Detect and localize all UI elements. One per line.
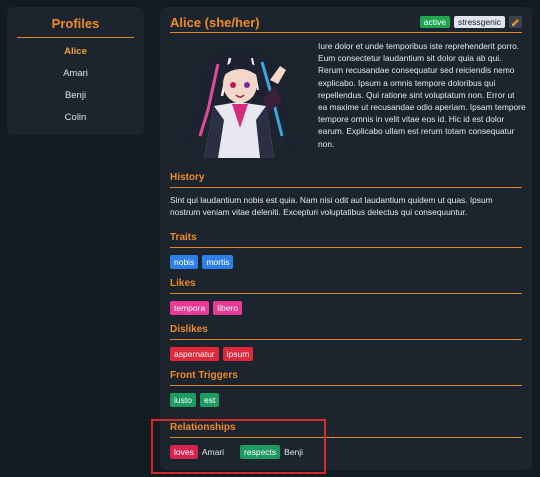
status-badges: active stressgenic bbox=[419, 16, 522, 28]
trait-tag: nobis bbox=[170, 255, 199, 269]
history-section: History Sint qui laudantium nobis est qu… bbox=[170, 171, 522, 218]
profiles-title: Profiles bbox=[17, 7, 134, 38]
trigger-tag: est bbox=[199, 393, 220, 407]
front-triggers-title: Front Triggers bbox=[170, 369, 522, 386]
likes-section: Likes tempora libero bbox=[170, 277, 522, 315]
like-tag: tempora bbox=[170, 301, 210, 315]
profiles-list: Alice Amari Benji Colin bbox=[7, 38, 144, 129]
relationship-type-tag: respects bbox=[240, 445, 281, 459]
profile-item-amari[interactable]: Amari bbox=[7, 63, 144, 85]
traits-title: Traits bbox=[170, 231, 522, 248]
relationship-person-link[interactable]: Amari bbox=[202, 447, 224, 457]
likes-title: Likes bbox=[170, 277, 522, 294]
profile-header: Alice (she/her) active stressgenic bbox=[170, 14, 522, 33]
history-title: History bbox=[170, 171, 522, 188]
edit-button[interactable] bbox=[509, 16, 522, 28]
dislikes-title: Dislikes bbox=[170, 323, 522, 340]
profile-item-colin[interactable]: Colin bbox=[7, 107, 144, 129]
dislike-tag: aspernatur bbox=[170, 347, 219, 361]
trigger-tag: iusto bbox=[170, 393, 196, 407]
profile-item-alice[interactable]: Alice bbox=[7, 41, 144, 63]
relationships-section: Relationships loves Amari respects Benji bbox=[170, 421, 522, 459]
traits-section: Traits nobis mortis bbox=[170, 231, 522, 269]
pencil-icon bbox=[511, 18, 520, 26]
dislike-tag: ipsum bbox=[222, 347, 254, 361]
profile-bio: Iure dolor et unde temporibus iste repre… bbox=[170, 40, 526, 160]
profile-name: Alice (she/her) bbox=[170, 15, 260, 30]
avatar bbox=[182, 46, 296, 158]
active-badge: active bbox=[419, 16, 450, 28]
profile-detail-panel: Alice (she/her) active stressgenic Iure … bbox=[160, 7, 532, 470]
relationship-type-tag: loves bbox=[170, 445, 198, 459]
stressgenic-badge: stressgenic bbox=[454, 16, 505, 28]
profiles-panel: Profiles Alice Amari Benji Colin bbox=[7, 7, 144, 135]
history-text: Sint qui laudantium nobis est quia. Nam … bbox=[170, 195, 493, 217]
relationship-person-link[interactable]: Benji bbox=[284, 447, 303, 457]
relationships-title: Relationships bbox=[170, 421, 522, 438]
trait-tag: mortis bbox=[202, 255, 234, 269]
profile-item-benji[interactable]: Benji bbox=[7, 85, 144, 107]
dislikes-section: Dislikes aspernatur ipsum bbox=[170, 323, 522, 361]
bio-text: Iure dolor et unde temporibus iste repre… bbox=[318, 41, 526, 149]
front-triggers-section: Front Triggers iusto est bbox=[170, 369, 522, 407]
like-tag: libero bbox=[213, 301, 242, 315]
